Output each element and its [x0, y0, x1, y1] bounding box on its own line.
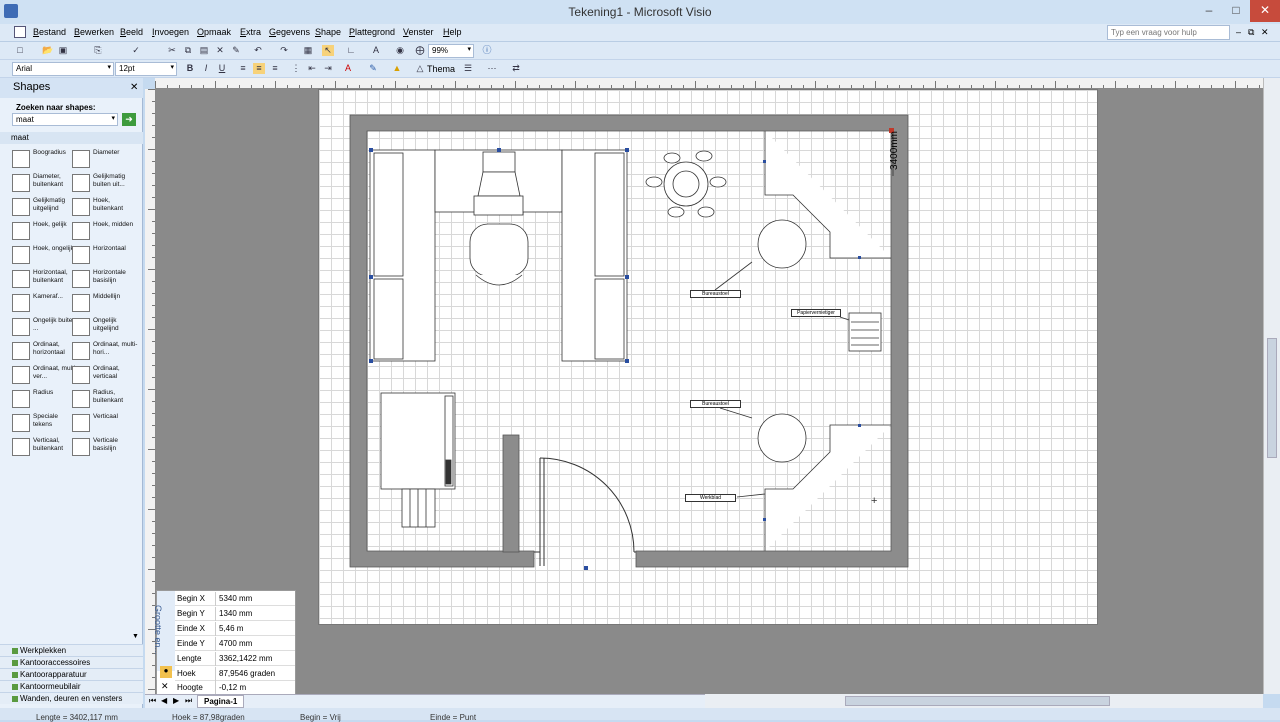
dimension-text: 3400mm [888, 131, 900, 170]
row-height: Hoogte -0,12 m [175, 681, 295, 695]
status-angle: Hoek = 87,98graden [172, 713, 245, 722]
status-end: Einde = Punt [430, 713, 477, 722]
row-end-x: Einde X 5,46 m [175, 622, 295, 636]
row-end-y: Einde Y 4700 mm [175, 637, 295, 651]
first-page-icon[interactable]: ⏮ [149, 696, 156, 706]
key: Einde X [177, 624, 206, 633]
horizontal-scroll-thumb[interactable] [845, 696, 1110, 706]
page-tabs-bar: ⏮ ◀ ▶ ⏭ Pagina-1 [145, 694, 705, 708]
end-y-field[interactable]: 4700 mm [215, 637, 295, 651]
horizontal-scrollbar[interactable] [705, 694, 1263, 708]
key: Hoogte [177, 683, 203, 692]
label-shredder[interactable]: Papiervernietiger [791, 309, 841, 317]
key: Einde Y [177, 639, 205, 648]
prev-page-icon[interactable]: ◀ [161, 696, 167, 705]
vertical-scrollbar[interactable] [1263, 78, 1280, 694]
length-field[interactable]: 3362,1422 mm [215, 652, 295, 666]
cabinet[interactable] [380, 392, 456, 528]
key: Begin Y [177, 609, 205, 618]
tab-pagina-1[interactable]: Pagina-1 [197, 695, 245, 708]
row-angle: Hoek 87,9546 graden [175, 667, 295, 681]
begin-x-field[interactable]: 5340 mm [215, 592, 295, 606]
row-begin-x: Begin X 5340 mm [175, 592, 295, 606]
status-length: Lengte = 3402,117 mm [36, 713, 118, 722]
label-desk-chair-bottom[interactable]: Bureaustoel [690, 400, 741, 408]
label-workbench[interactable]: Werkblad [685, 494, 736, 502]
row-length: Lengte 3362,1422 mm [175, 652, 295, 666]
dimension-label[interactable]: 3400mm [889, 127, 907, 177]
angle-field[interactable]: 87,9546 graden [215, 667, 295, 681]
size-position-panel: Grootte en... ● ✕ Begin X 5340 mm Begin Y… [153, 590, 296, 695]
size-panel-title: Grootte en... [153, 604, 164, 656]
cursor-crosshair-icon: + [871, 495, 877, 507]
status-begin: Begin = Vrij [300, 713, 341, 722]
last-page-icon[interactable]: ⏭ [185, 696, 192, 706]
plant[interactable] [645, 150, 727, 218]
size-panel-close-icon[interactable]: ✕ [161, 681, 169, 692]
size-panel-title-area: Grootte en... [153, 591, 175, 671]
begin-y-field[interactable]: 1340 mm [215, 607, 295, 621]
door[interactable] [534, 457, 636, 566]
label-desk-chair-top[interactable]: Bureaustoel [690, 290, 741, 298]
vertical-scroll-thumb[interactable] [1267, 338, 1277, 458]
height-field[interactable]: -0,12 m [215, 681, 295, 695]
corner-desk-top[interactable] [714, 131, 891, 291]
pin-icon[interactable]: ● [160, 666, 172, 678]
next-page-icon[interactable]: ▶ [173, 696, 179, 705]
status-bar: Lengte = 3402,117 mm Hoek = 87,98graden … [0, 708, 1280, 722]
row-begin-y: Begin Y 1340 mm [175, 607, 295, 621]
key: Lengte [177, 654, 202, 663]
end-x-field[interactable]: 5,46 m [215, 622, 295, 636]
corner-desk-bottom[interactable] [719, 407, 891, 551]
interior-wall[interactable] [502, 434, 520, 553]
key: Hoek [177, 669, 196, 678]
shredder[interactable] [839, 312, 882, 352]
workstation-left[interactable] [369, 149, 628, 362]
key: Begin X [177, 594, 206, 603]
